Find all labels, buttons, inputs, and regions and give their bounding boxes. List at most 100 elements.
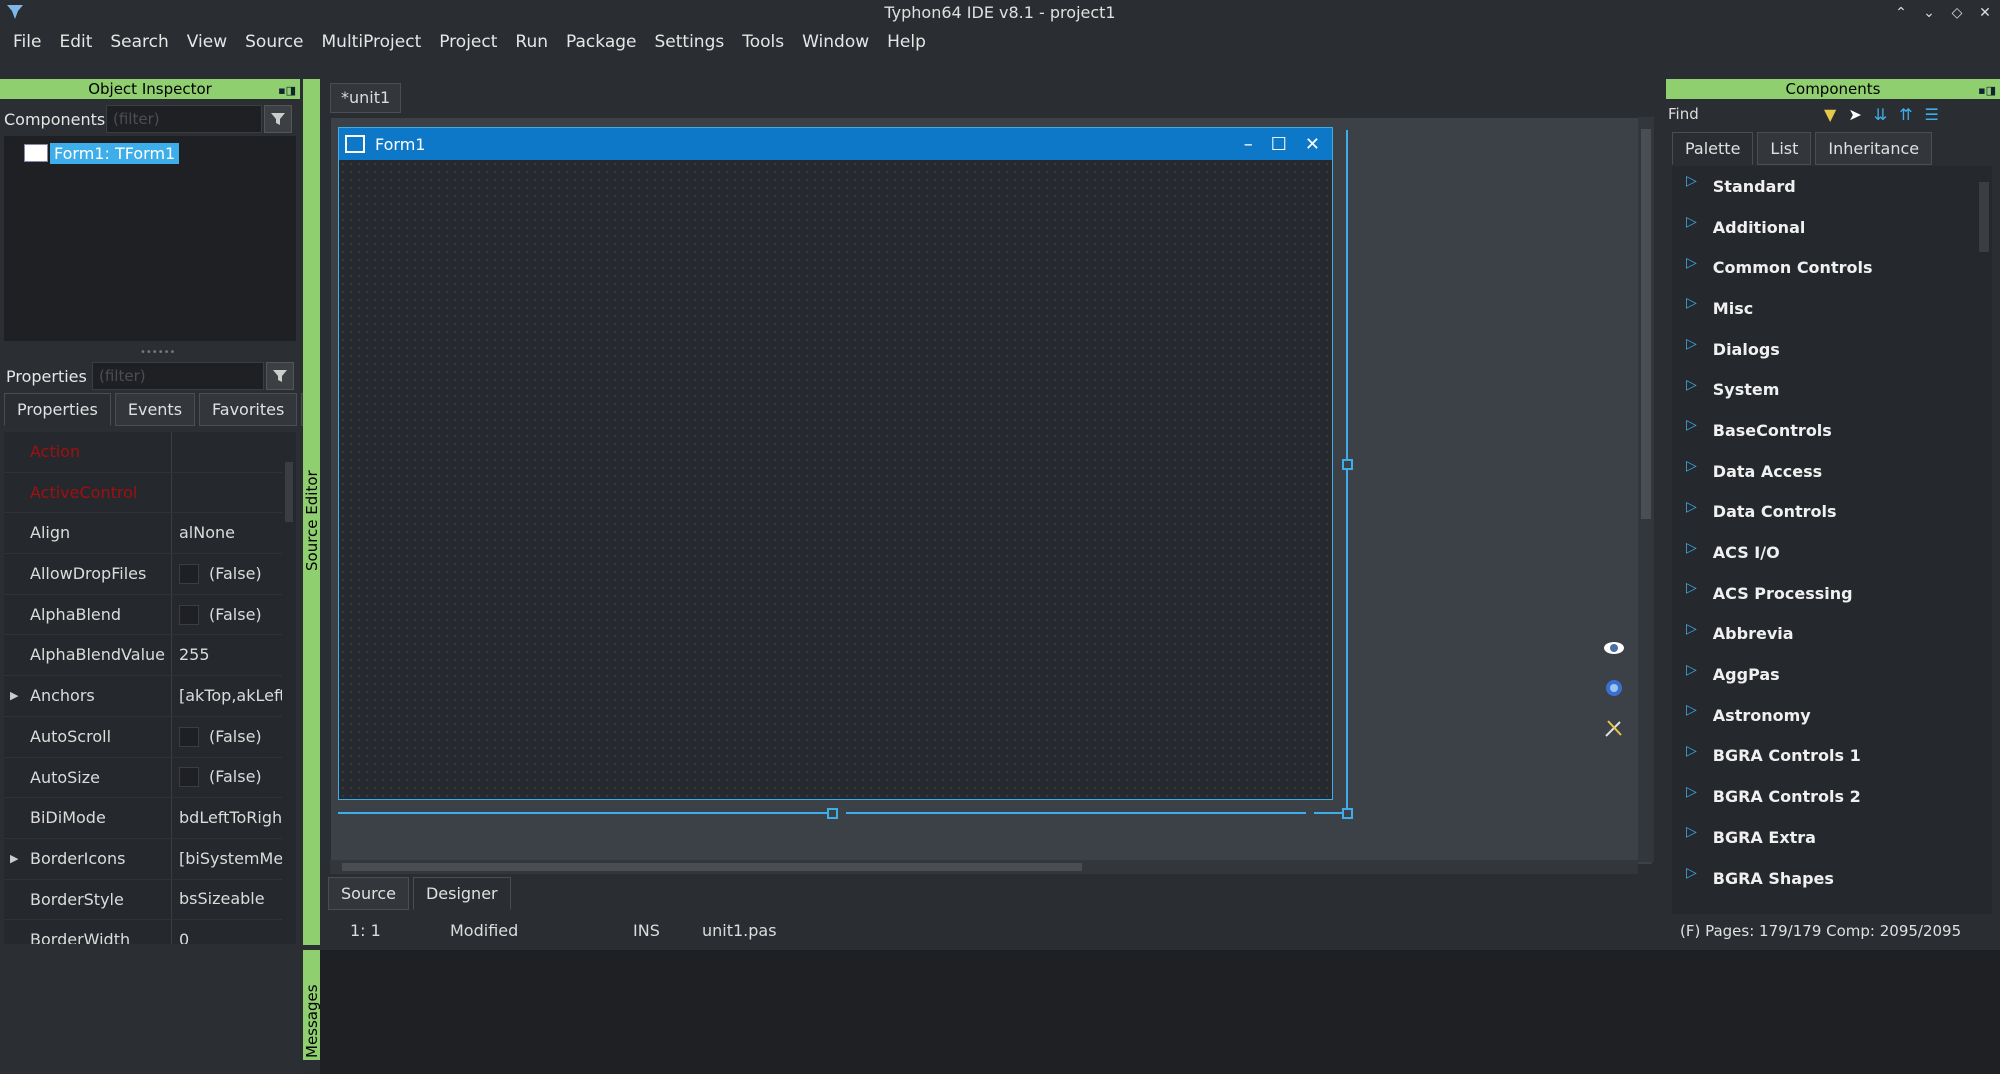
sort-asc-icon[interactable]: ⇈: [1899, 105, 1912, 124]
tab-favorites[interactable]: Favorites: [199, 393, 298, 426]
source-editor-dock-bar[interactable]: Source Editor: [303, 79, 321, 945]
property-value[interactable]: (False): [172, 717, 282, 757]
property-value[interactable]: 0: [172, 920, 282, 944]
menu-file[interactable]: File: [4, 32, 50, 52]
tab-properties[interactable]: Properties: [4, 393, 111, 426]
menu-run[interactable]: Run: [506, 32, 557, 52]
palette-category[interactable]: ▷ Dialogs: [1672, 329, 1976, 370]
property-row[interactable]: AlphaBlend (False): [4, 594, 282, 636]
menu-multiproject[interactable]: MultiProject: [313, 32, 431, 52]
palette-category[interactable]: ▷ Data Controls: [1672, 492, 1976, 533]
expand-icon[interactable]: ▶: [10, 676, 18, 716]
properties-filter-input[interactable]: (filter): [92, 362, 264, 390]
menu-edit[interactable]: Edit: [50, 32, 101, 52]
property-checkbox[interactable]: [179, 767, 199, 788]
tab-source[interactable]: Source: [328, 877, 409, 910]
component-tree[interactable]: Form1: TForm1: [4, 136, 296, 341]
tab-inheritance[interactable]: Inheritance: [1815, 132, 1933, 165]
menu-tools[interactable]: Tools: [733, 32, 793, 52]
property-row[interactable]: Action: [4, 432, 282, 473]
pin-icon[interactable]: ▪◨: [1978, 81, 1996, 101]
tools-icon[interactable]: [1600, 714, 1628, 742]
property-value[interactable]: bsSizeable: [172, 880, 282, 920]
property-checkbox[interactable]: [179, 604, 199, 625]
refresh-icon[interactable]: [1600, 674, 1628, 702]
menu-search[interactable]: Search: [101, 32, 177, 52]
property-value[interactable]: (False): [172, 595, 282, 635]
palette-category[interactable]: ▷ System: [1672, 369, 1976, 410]
resize-handle-right[interactable]: [1342, 459, 1353, 470]
form1-window[interactable]: Form1 – ☐ ✕: [338, 127, 1333, 800]
designer-vertical-scrollbar[interactable]: [1638, 117, 1654, 862]
designer-horizontal-scrollbar[interactable]: [330, 860, 1638, 874]
palette-category[interactable]: ▷ BGRA Extra: [1672, 817, 1976, 858]
palette-category[interactable]: ▷ Data Access: [1672, 451, 1976, 492]
property-row[interactable]: AutoScroll (False): [4, 716, 282, 758]
palette-category[interactable]: ▷ AggPas: [1672, 654, 1976, 695]
property-value[interactable]: bdLeftToRigh: [172, 798, 282, 838]
property-value[interactable]: [172, 473, 282, 513]
property-row[interactable]: ActiveControl: [4, 472, 282, 514]
tree-item-form1[interactable]: Form1: TForm1: [24, 141, 180, 165]
menu-window[interactable]: Window: [793, 32, 878, 52]
property-value[interactable]: [akTop,akLeft: [172, 676, 282, 716]
property-value[interactable]: (False): [172, 554, 282, 594]
property-checkbox[interactable]: [179, 563, 199, 584]
palette-category[interactable]: ▷ Misc: [1672, 288, 1976, 329]
property-row[interactable]: ▶ Anchors [akTop,akLeft: [4, 676, 282, 717]
palette-category[interactable]: ▷ BGRA Controls 1: [1672, 736, 1976, 777]
property-row[interactable]: ▶ BorderIcons [biSystemMer: [4, 838, 282, 880]
components-filter-input[interactable]: (filter): [106, 105, 262, 133]
property-row[interactable]: BiDiMode bdLeftToRigh: [4, 798, 282, 839]
maximize-button[interactable]: ◇: [1950, 0, 1964, 26]
eye-icon[interactable]: [1600, 634, 1628, 662]
clear-filter-icon[interactable]: ▼: [1824, 105, 1836, 124]
palette-category[interactable]: ▷ BGRA Controls 2: [1672, 776, 1976, 817]
property-row[interactable]: AutoSize (False): [4, 757, 282, 799]
properties-filter-button[interactable]: [266, 362, 294, 390]
menu-view[interactable]: View: [178, 32, 236, 52]
tab-events[interactable]: Events: [114, 393, 196, 426]
cursor-icon[interactable]: ➤: [1848, 105, 1861, 124]
palette-category[interactable]: ▷ ACS I/O: [1672, 532, 1976, 573]
palette-scrollbar[interactable]: [1976, 166, 1992, 914]
palette-category[interactable]: ▷ BGRA Shapes: [1672, 858, 1976, 899]
menu-help[interactable]: Help: [878, 32, 935, 52]
expand-icon[interactable]: ▶: [10, 839, 18, 879]
property-row[interactable]: BorderStyle bsSizeable: [4, 879, 282, 921]
property-value[interactable]: [172, 432, 282, 472]
palette-list[interactable]: ▷ Standard ▷ Additional ▷ Common Controls ▷ Mis…: [1672, 166, 1976, 914]
menu-project[interactable]: Project: [430, 32, 506, 52]
palette-category[interactable]: ▷ BaseControls: [1672, 410, 1976, 451]
property-value[interactable]: [biSystemMer: [172, 839, 282, 879]
palette-category[interactable]: ▷ Abbrevia: [1672, 614, 1976, 655]
property-grid[interactable]: Action ActiveControl Align alNone AllowDropF…: [4, 432, 282, 944]
palette-category[interactable]: ▷ Common Controls: [1672, 247, 1976, 288]
tab-palette[interactable]: Palette: [1672, 132, 1754, 165]
menu-settings[interactable]: Settings: [645, 32, 733, 52]
menu-source[interactable]: Source: [236, 32, 312, 52]
components-filter-button[interactable]: [264, 105, 292, 133]
property-row[interactable]: AllowDropFiles (False): [4, 554, 282, 595]
palette-category[interactable]: ▷ ACS Processing: [1672, 573, 1976, 614]
keep-above-button[interactable]: ⌃: [1894, 0, 1908, 26]
splitter-grip[interactable]: ••••••: [140, 347, 175, 358]
resize-handle-corner[interactable]: [1342, 808, 1353, 819]
pin-icon[interactable]: ▪◨: [278, 81, 296, 101]
sort-desc-icon[interactable]: ⇊: [1874, 105, 1887, 124]
messages-panel[interactable]: [320, 950, 2000, 1074]
property-row[interactable]: Align alNone: [4, 513, 282, 555]
menu-package[interactable]: Package: [557, 32, 645, 52]
messages-dock-bar[interactable]: Messages: [303, 950, 321, 1060]
list-view-icon[interactable]: ☰: [1925, 105, 1939, 124]
property-row[interactable]: AlphaBlendValue 255: [4, 635, 282, 677]
find-input[interactable]: [1716, 103, 1816, 125]
property-row[interactable]: BorderWidth 0: [4, 920, 282, 944]
property-grid-scrollbar[interactable]: [282, 432, 296, 944]
property-checkbox[interactable]: [179, 726, 199, 747]
editor-tab-unit1[interactable]: *unit1: [330, 83, 402, 113]
resize-handle-bottom[interactable]: [827, 808, 838, 819]
tab-designer[interactable]: Designer: [412, 877, 511, 910]
palette-category[interactable]: ▷ Astronomy: [1672, 695, 1976, 736]
close-button[interactable]: ✕: [1978, 0, 1992, 26]
